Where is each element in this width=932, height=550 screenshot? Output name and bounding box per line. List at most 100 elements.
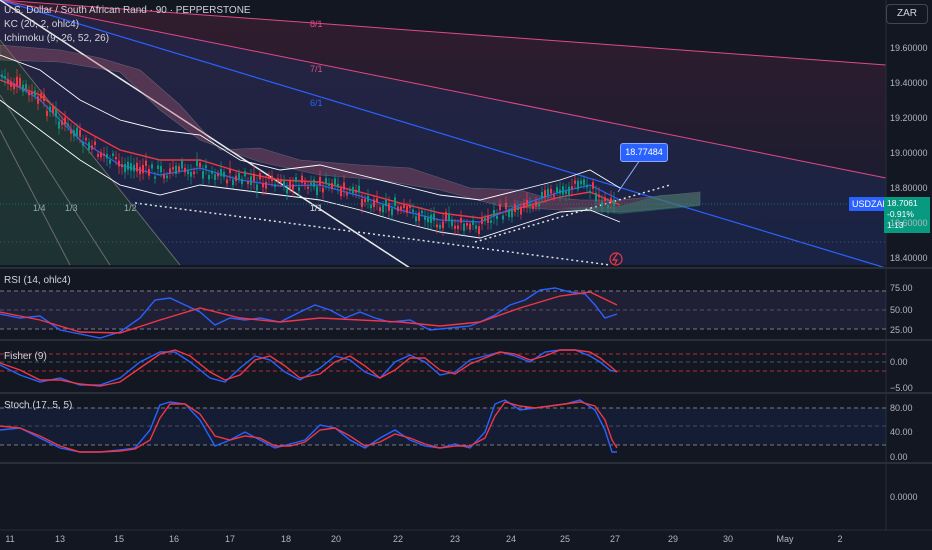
candle-body (46, 110, 48, 116)
candle-body (7, 79, 9, 84)
candle-body (463, 223, 465, 231)
price-axis-label: 18.60000 (890, 218, 928, 228)
candle-body (598, 194, 600, 198)
candle-body (154, 176, 156, 179)
currency-button[interactable]: ZAR (886, 4, 928, 24)
candle-body (484, 217, 486, 222)
candle-body (271, 175, 273, 182)
rsi-legend[interactable]: RSI (14, ohlc4) (4, 274, 71, 287)
ichimoku-legend[interactable]: Ichimoku (9, 26, 52, 26) (4, 32, 109, 45)
candle-body (217, 173, 219, 177)
candle-body (583, 179, 585, 185)
date-label: 18 (280, 534, 292, 544)
candle-body (22, 84, 24, 92)
candle-body (358, 185, 360, 193)
candle-body (298, 187, 300, 191)
date-label: 2 (837, 534, 843, 544)
candle-body (97, 153, 99, 157)
candle-body (250, 176, 252, 186)
candle-body (457, 225, 459, 229)
candle-body (133, 164, 135, 172)
candle-body (553, 194, 555, 197)
price-axis-label: 19.00000 (890, 148, 928, 158)
candle-body (409, 205, 411, 208)
price-axis-label: 18.80000 (890, 183, 928, 193)
date-label: 23 (449, 534, 461, 544)
candle-body (265, 181, 267, 189)
rsi-axis-label: 25.00 (890, 325, 913, 335)
candle-body (466, 222, 468, 226)
candle-body (595, 192, 597, 202)
candle-body (385, 199, 387, 206)
candle-body (232, 179, 234, 186)
candle-body (130, 163, 132, 171)
candle-body (337, 183, 339, 188)
candle-body (256, 184, 258, 191)
stoch-axis-label: 80.00 (890, 403, 913, 413)
fib-label-6-1: 6/1 (310, 98, 323, 108)
candle-body (469, 223, 471, 230)
stoch-legend[interactable]: Stoch (17, 5, 5) (4, 399, 72, 412)
kc-legend[interactable]: KC (20, 2, ohlc4) (4, 18, 79, 31)
candle-body (94, 141, 96, 146)
candle-body (73, 130, 75, 137)
candle-body (310, 182, 312, 185)
symbol-legend[interactable]: U.S. Dollar / South African Rand · 90 · … (4, 4, 251, 17)
candle-body (586, 184, 588, 188)
candle-body (181, 160, 183, 169)
candle-body (454, 225, 456, 229)
candle-body (280, 179, 282, 182)
candle-body (238, 173, 240, 180)
candle-body (505, 202, 507, 210)
candle-body (562, 186, 564, 195)
candle-body (334, 178, 336, 185)
candle-body (610, 197, 612, 202)
candle-body (58, 121, 60, 129)
fib-label-8-1: 8/1 (310, 19, 323, 29)
candle-body (430, 214, 432, 223)
candle-body (517, 207, 519, 211)
candle-body (142, 164, 144, 174)
candle-body (541, 192, 543, 198)
candle-body (316, 186, 318, 195)
candle-body (121, 164, 123, 168)
candle-body (520, 206, 522, 215)
price-callout[interactable]: 18.77484 (620, 143, 668, 162)
candle-body (70, 130, 72, 134)
price-axis-label: 19.60000 (890, 43, 928, 53)
candle-body (52, 106, 54, 114)
candle-body (208, 174, 210, 180)
candle-body (523, 202, 525, 208)
date-label: 29 (667, 534, 679, 544)
candle-body (262, 183, 264, 188)
candle-body (331, 183, 333, 189)
date-label: 25 (559, 534, 571, 544)
candle-body (607, 204, 609, 208)
candle-body (178, 166, 180, 172)
candle-body (103, 153, 105, 156)
candle-body (580, 180, 582, 185)
chart-canvas[interactable] (0, 0, 932, 550)
candle-body (91, 145, 93, 150)
candle-body (157, 165, 159, 170)
candle-body (295, 177, 297, 183)
candle-body (538, 203, 540, 207)
fisher-legend[interactable]: Fisher (9) (4, 350, 47, 363)
candle-body (613, 199, 615, 206)
candle-body (352, 186, 354, 194)
price-axis-label: 18.40000 (890, 253, 928, 263)
candle-body (382, 204, 384, 213)
rsi-axis-label: 75.00 (890, 283, 913, 293)
candle-body (112, 153, 114, 156)
candle-body (496, 215, 498, 220)
candle-body (529, 203, 531, 207)
candle-body (499, 203, 501, 211)
candle-body (196, 160, 198, 167)
candle-body (28, 92, 30, 96)
candle-body (340, 188, 342, 197)
candle-body (601, 201, 603, 207)
date-label: 24 (505, 534, 517, 544)
candle-body (361, 198, 363, 208)
candle-body (589, 190, 591, 194)
candle-body (4, 76, 6, 79)
